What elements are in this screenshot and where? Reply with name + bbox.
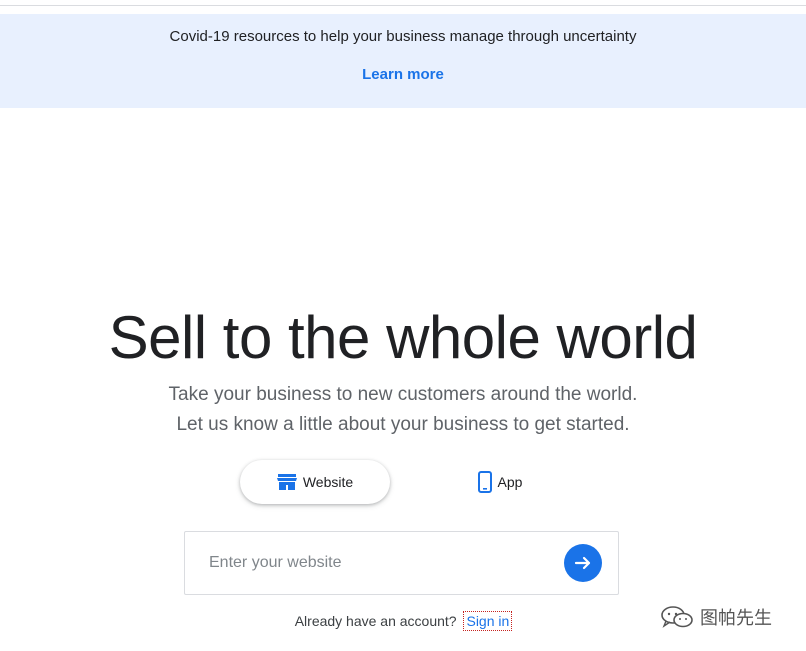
banner-message: Covid-19 resources to help your business… xyxy=(169,28,637,45)
submit-button[interactable] xyxy=(564,544,602,582)
watermark: 图帕先生 xyxy=(660,604,772,630)
website-toggle-label: Website xyxy=(302,474,354,490)
hero-subtitle-line2: Let us know a little about your business… xyxy=(176,414,630,435)
app-toggle-button[interactable]: App xyxy=(445,460,555,504)
watermark-text: 图帕先生 xyxy=(700,608,772,629)
covid-banner: Covid-19 resources to help your business… xyxy=(0,14,806,108)
website-form xyxy=(184,531,619,595)
learn-more-link[interactable]: Learn more xyxy=(362,66,444,83)
signin-prompt: Already have an account? xyxy=(294,613,457,629)
phone-icon xyxy=(477,471,492,493)
website-toggle-button[interactable]: Website xyxy=(240,460,390,504)
page-title: Sell to the whole world xyxy=(108,304,698,371)
top-divider xyxy=(0,5,806,6)
arrow-forward-icon xyxy=(574,554,592,572)
app-toggle-label: App xyxy=(497,474,523,490)
storefront-icon xyxy=(276,473,297,491)
sign-in-link[interactable]: Sign in xyxy=(463,611,513,631)
website-input[interactable] xyxy=(209,550,549,576)
hero-subtitle-line1: Take your business to new customers arou… xyxy=(168,384,638,405)
wechat-icon xyxy=(660,605,700,629)
